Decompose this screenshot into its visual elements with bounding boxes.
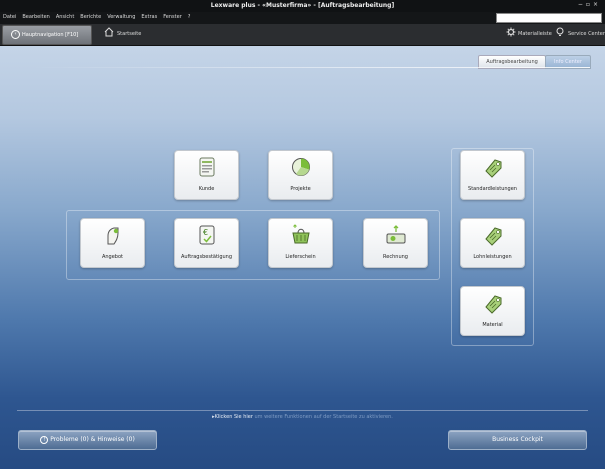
customer-document-icon [199,157,214,177]
problems-hints-label: Probleme (0) & Hinweise (0) [50,436,135,443]
tile-label: Lieferschein [285,254,316,260]
menu-help[interactable]: ? [188,14,191,20]
startseite-link[interactable]: Startseite [117,31,141,37]
main-navigation-label: Hauptnavigation [F10] [22,32,79,38]
tile-rechnung[interactable]: Rechnung [363,218,428,268]
tile-label: Kunde [198,186,215,192]
tab-underline [30,67,590,68]
price-tag-icon [484,227,501,246]
tile-material[interactable]: Material [460,286,525,336]
delivery-basket-icon [291,224,310,244]
tile-projekte[interactable]: Projekte [268,150,333,200]
gear-icon[interactable] [506,27,516,37]
window-controls: −▫× [578,1,601,8]
menu-bearbeiten[interactable]: Bearbeiten [22,14,49,20]
menu-ansicht[interactable]: Ansicht [56,14,74,20]
minimize-button[interactable]: − [578,1,586,8]
close-button[interactable]: × [593,1,601,8]
footer-divider [17,410,588,411]
title-bar: Lexware plus - «Musterfirma» - [Auftrags… [0,0,605,12]
tile-label: Material [482,322,503,328]
order-confirmation-icon: € [199,225,214,245]
invoice-money-icon [386,225,405,244]
restore-button[interactable]: ▫ [586,1,593,8]
chevron-icon: ‹ [11,30,20,39]
tile-label: Lohnleistungen [473,254,512,260]
window-title: Lexware plus - «Musterfirma» - [Auftrags… [210,2,395,9]
tile-label: Standardleistungen [468,186,517,192]
menu-berichte[interactable]: Berichte [80,14,101,20]
hint-text: um weitere Funktionen auf der Startseite… [254,414,393,420]
app-window: Lexware plus - «Musterfirma» - [Auftrags… [0,0,605,469]
tile-angebot[interactable]: Angebot [80,218,145,268]
tile-label: Rechnung [383,254,408,260]
tile-auftragsbestaetigung[interactable]: € Auftragsbestätigung [174,218,239,268]
tile-label: Angebot [101,254,124,260]
business-cockpit-button[interactable]: Business Cockpit [448,430,587,450]
tile-label: Auftragsbestätigung [180,254,233,260]
menu-fenster[interactable]: Fenster [163,14,182,20]
home-icon[interactable] [104,27,114,37]
tile-lohnleistungen[interactable]: Lohnleistungen [460,218,525,268]
tile-kunde[interactable]: Kunde [174,150,239,200]
menu-datei[interactable]: Datei [3,14,16,20]
search-input[interactable] [496,13,602,23]
price-tag-icon [484,295,501,314]
price-tag-icon [484,159,501,178]
svg-text:€: € [203,228,208,237]
menu-verwaltung[interactable]: Verwaltung [107,14,135,20]
materialleiste-link[interactable]: Materialleiste [518,31,552,37]
tile-lieferschein[interactable]: Lieferschein [268,218,333,268]
menu-extras[interactable]: Extras [141,14,157,20]
projects-pie-icon [291,158,310,176]
lightbulb-icon[interactable] [555,27,565,37]
activate-functions-hint: ▸Klicken Sie hier um weitere Funktionen … [0,414,605,420]
main-navigation-button[interactable]: ‹ Hauptnavigation [F10] [2,25,92,45]
info-icon: ! [40,435,49,444]
tile-label: Projekte [290,186,311,192]
business-cockpit-label: Business Cockpit [492,436,543,443]
service-center-link[interactable]: Service Center [568,31,605,37]
offer-hand-icon [107,227,118,245]
problems-hints-button[interactable]: ! Probleme (0) & Hinweise (0) [18,430,157,450]
tile-standardleistungen[interactable]: Standardleistungen [460,150,525,200]
activate-functions-link[interactable]: ▸Klicken Sie hier [212,414,253,420]
